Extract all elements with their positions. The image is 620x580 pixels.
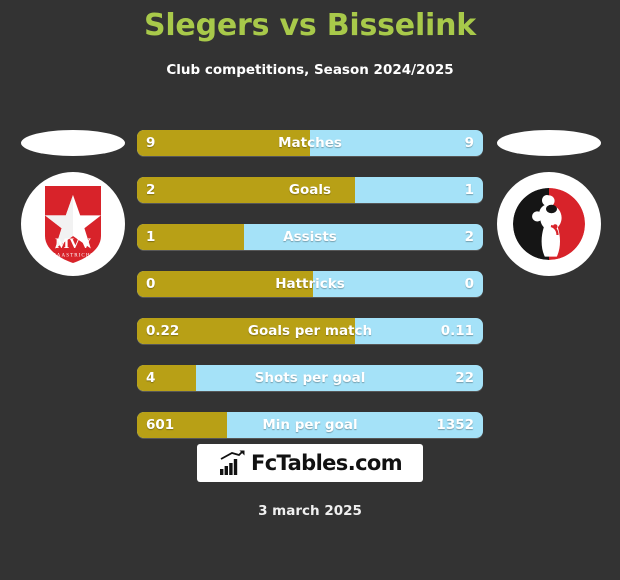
right-team-crest [497,172,601,276]
stat-label: Hattricks [275,276,345,292]
left-crest-ellipse [21,130,125,156]
right-crest-ellipse [497,130,601,156]
right-value: 0.11 [440,323,474,339]
right-value: 22 [455,370,474,386]
stat-row-shots-per-goal: 4 Shots per goal 22 [137,365,483,391]
stat-row-matches: 9 Matches 9 [137,130,483,156]
stat-label: Shots per goal [254,370,366,386]
stat-label: Goals [288,182,332,198]
right-value: 9 [464,135,474,151]
fctables-logo[interactable]: FcTables.com [197,444,423,482]
right-value: 1 [464,182,474,198]
fctables-logo-text: FcTables.com [250,451,403,475]
page-subtitle: Club competitions, Season 2024/2025 [166,62,454,78]
stat-label: Goals per match [247,323,373,339]
stat-label: Assists [283,229,337,245]
stat-row-min-per-goal: 601 Min per goal 1352 [137,412,483,438]
page-title: Slegers vs Bisselink [143,8,477,43]
stat-row-goals-per-match: 0.22 Goals per match 0.11 [137,318,483,344]
right-value: 0 [464,276,474,292]
stat-bars-container: 9 Matches 9 2 Goals 1 1 Assists 2 0 Hatt… [137,130,483,459]
crest-primary-label: MVV [55,236,91,252]
helmond-sport-crest-icon [510,185,588,263]
left-team-crest: MVV MAASTRICHT [21,172,125,276]
stat-row-hattricks: 0 Hattricks 0 [137,271,483,297]
footer-date: 3 march 2025 [258,503,362,519]
stat-row-goals: 2 Goals 1 [137,177,483,203]
crest-secondary-label: MAASTRICHT [51,254,95,259]
stat-label: Matches [278,135,342,151]
mvv-maastricht-crest-icon: MVV MAASTRICHT [45,186,101,263]
right-value: 1352 [436,417,474,433]
stat-label: Min per goal [262,417,358,433]
bar-chart-arrow-icon [219,450,245,475]
stat-row-assists: 1 Assists 2 [137,224,483,250]
right-value: 2 [464,229,474,245]
